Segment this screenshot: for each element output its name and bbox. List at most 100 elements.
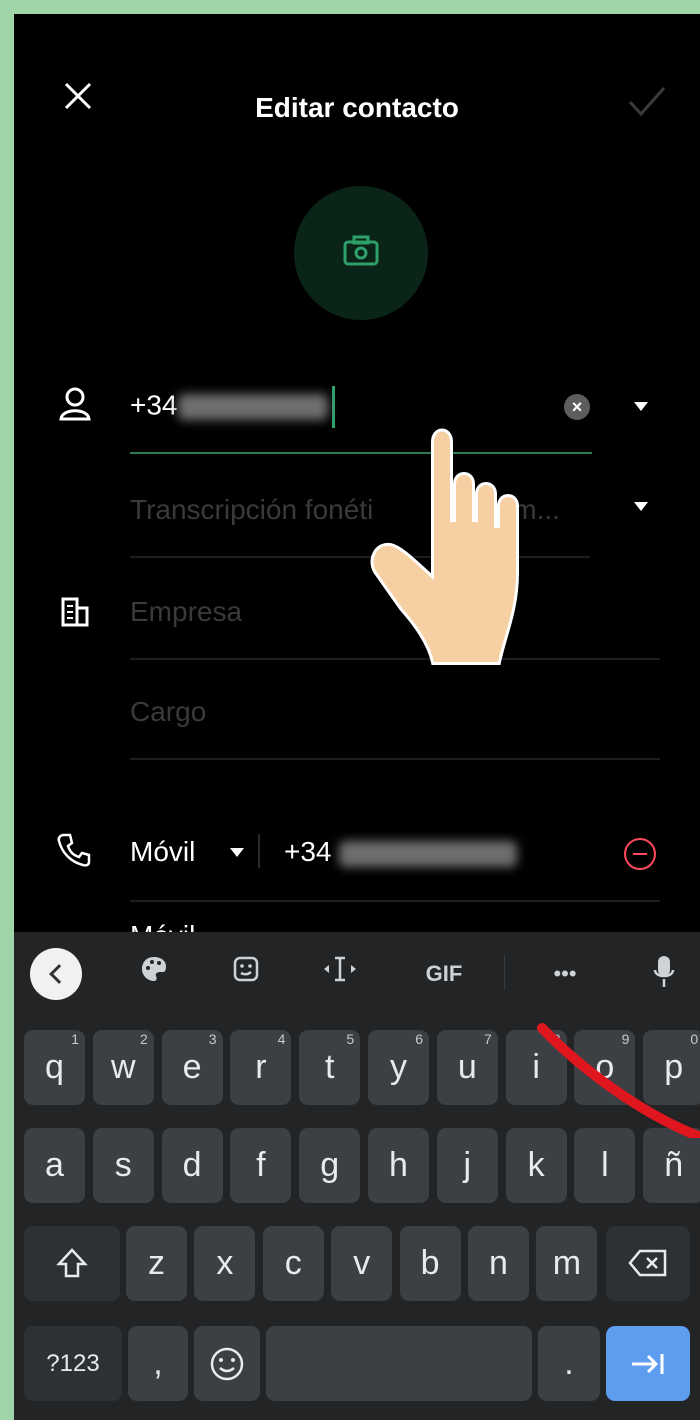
key-label: m <box>552 1244 582 1282</box>
emoji-key[interactable] <box>194 1326 260 1401</box>
key-t[interactable]: t5 <box>299 1030 361 1105</box>
phone-icon <box>57 833 91 867</box>
building-icon <box>61 597 89 627</box>
red-annotation-arc <box>537 1023 700 1138</box>
key-d[interactable]: d <box>161 1128 223 1203</box>
person-icon <box>59 387 91 421</box>
key-label: g <box>320 1146 340 1184</box>
space-bar[interactable] <box>266 1326 532 1401</box>
job-title-input[interactable]: Cargo <box>130 696 206 728</box>
key-label: v <box>353 1244 371 1282</box>
key-s[interactable]: s <box>92 1128 154 1203</box>
key-label: j <box>463 1146 472 1184</box>
key-hint: 1 <box>71 1031 79 1047</box>
toolbar-divider <box>504 956 505 990</box>
key-z[interactable]: z <box>126 1226 187 1301</box>
name-row: +34 × <box>14 364 700 464</box>
expand-phonetic-chevron-icon[interactable] <box>634 502 648 511</box>
key-label: z <box>148 1244 165 1282</box>
top-bar: Editar contacto <box>14 14 700 174</box>
backspace-key[interactable] <box>606 1226 690 1301</box>
key-hint: 4 <box>277 1031 286 1047</box>
key-ñ[interactable]: ñ <box>643 1128 700 1203</box>
key-n[interactable]: n <box>468 1226 529 1301</box>
redacted-number <box>177 394 328 420</box>
key-label: x <box>216 1244 234 1282</box>
key-m[interactable]: m <box>536 1226 598 1301</box>
phonetic-row: Transcripción fonéti m... <box>14 466 700 566</box>
key-k[interactable]: k <box>505 1128 567 1203</box>
key-label: f <box>256 1146 266 1184</box>
key-label: d <box>182 1146 202 1184</box>
key-h[interactable]: h <box>368 1128 429 1203</box>
add-photo-button[interactable] <box>294 186 428 320</box>
keyboard: GIF ••• q1w2e3r4t5y6u7i8o9p0 asdfghjklñ … <box>14 932 700 1420</box>
key-label: u <box>457 1048 477 1086</box>
key-label: n <box>489 1244 508 1282</box>
key-label: a <box>45 1146 64 1184</box>
company-row: Empresa <box>14 568 700 668</box>
period-key[interactable]: . <box>538 1326 600 1401</box>
more-options-icon[interactable]: ••• <box>540 954 590 994</box>
key-g[interactable]: g <box>299 1128 361 1203</box>
microphone-icon[interactable] <box>644 954 684 994</box>
key-label: y <box>390 1048 407 1086</box>
name-input[interactable]: +34 <box>130 386 335 428</box>
key-l[interactable]: l <box>574 1128 636 1203</box>
key-y[interactable]: y6 <box>368 1030 429 1105</box>
gif-button[interactable]: GIF <box>416 954 472 994</box>
key-hint: 6 <box>415 1031 423 1047</box>
phone-type-label[interactable]: Móvil <box>130 836 195 868</box>
phone-underline <box>130 900 660 902</box>
key-j[interactable]: j <box>436 1128 498 1203</box>
phone-row: Móvil +34 <box>14 806 700 906</box>
key-r[interactable]: r4 <box>230 1030 292 1105</box>
hand-pointer-icon <box>370 428 519 665</box>
key-hint: 5 <box>346 1031 355 1047</box>
phone-number-input[interactable]: +34 <box>284 836 518 868</box>
clear-icon[interactable]: × <box>564 394 590 420</box>
key-label: l <box>601 1146 609 1184</box>
key-f[interactable]: f <box>230 1128 292 1203</box>
divider <box>258 834 260 868</box>
key-b[interactable]: b <box>399 1226 461 1301</box>
key-label: c <box>284 1244 302 1282</box>
comma-key[interactable]: , <box>128 1326 188 1401</box>
shift-key[interactable] <box>24 1226 120 1301</box>
page-title: Editar contacto <box>255 92 459 123</box>
text-cursor <box>331 386 335 428</box>
key-label: ñ <box>664 1146 684 1184</box>
toolbar-back-icon[interactable] <box>30 948 82 1000</box>
key-label: b <box>420 1244 440 1282</box>
key-e[interactable]: e3 <box>161 1030 223 1105</box>
save-check-icon[interactable] <box>624 78 670 124</box>
name-prefix: +34 <box>130 389 178 421</box>
key-v[interactable]: v <box>331 1226 393 1301</box>
camera-icon <box>343 235 379 266</box>
remove-phone-icon[interactable] <box>624 838 656 870</box>
redacted-phone <box>339 840 518 867</box>
key-label: r <box>255 1048 267 1086</box>
next-field-key[interactable] <box>606 1326 690 1401</box>
job-underline <box>130 758 660 760</box>
cursor-control-icon[interactable] <box>318 954 362 994</box>
key-a[interactable]: a <box>24 1128 85 1203</box>
expand-name-chevron-icon[interactable] <box>634 402 648 411</box>
palette-icon[interactable] <box>134 954 174 994</box>
key-label: t <box>324 1048 335 1086</box>
phone-type-chevron-icon[interactable] <box>230 848 244 857</box>
key-c[interactable]: c <box>262 1226 324 1301</box>
company-input[interactable]: Empresa <box>130 596 242 628</box>
key-q[interactable]: q1 <box>24 1030 85 1105</box>
key-label: w <box>111 1048 136 1086</box>
keyboard-toolbar: GIF ••• <box>14 932 700 1016</box>
key-x[interactable]: x <box>194 1226 256 1301</box>
key-hint: 7 <box>484 1031 492 1047</box>
key-u[interactable]: u7 <box>436 1030 498 1105</box>
sticker-icon[interactable] <box>226 954 266 994</box>
key-label: k <box>527 1146 545 1184</box>
job-row: Cargo <box>14 668 700 768</box>
symbols-key[interactable]: ?123 <box>24 1326 122 1401</box>
key-label: q <box>45 1048 64 1086</box>
key-w[interactable]: w2 <box>92 1030 154 1105</box>
